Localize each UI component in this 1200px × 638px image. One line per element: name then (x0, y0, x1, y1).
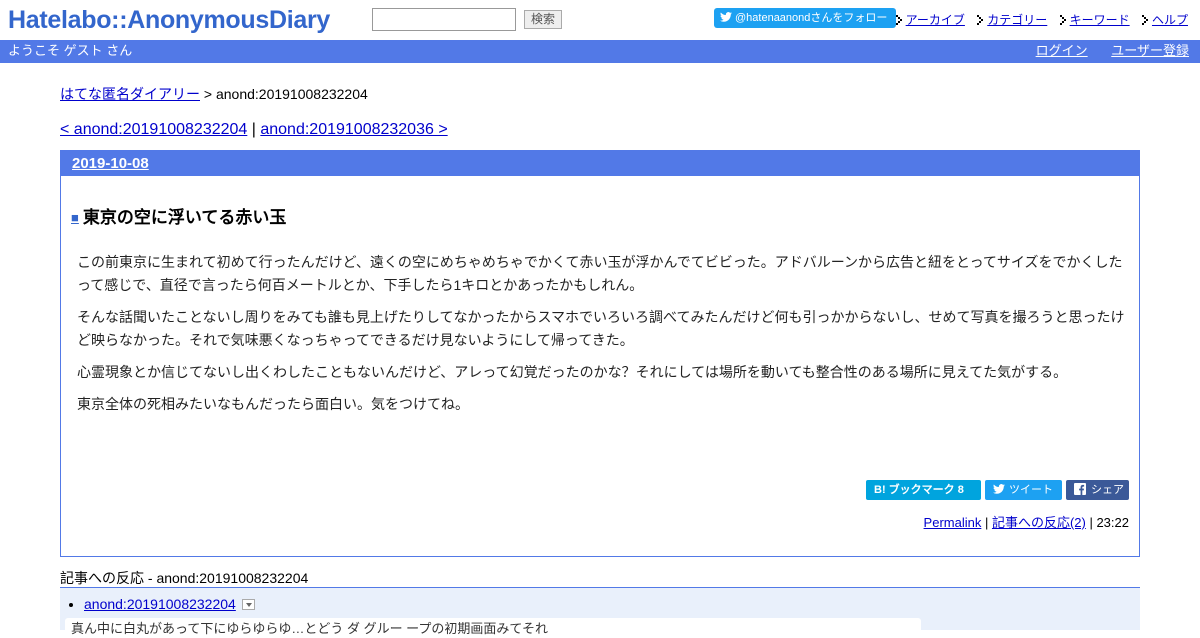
hatena-bookmark-button[interactable]: B! ブックマーク 8 (866, 480, 981, 500)
breadcrumb: はてな匿名ダイアリー > anond:20191008232204 (60, 84, 368, 104)
breadcrumb-current: anond:20191008232204 (215, 86, 368, 102)
facebook-share-button[interactable]: シェア (1066, 480, 1129, 500)
welcome-text: ようこそ ゲスト さん (8, 43, 133, 58)
welcome-bar: ようこそ ゲスト さん ログイン ユーザー登録 (0, 40, 1200, 63)
dotted-arrow-icon (1059, 15, 1066, 25)
entry-pager: < anond:20191008232204 | anond:201910082… (60, 121, 448, 139)
breadcrumb-sep: > (200, 86, 216, 102)
twitter-bird-icon (720, 12, 732, 22)
entry-title-text: 東京の空に浮いてる赤い玉 (82, 208, 287, 227)
entry-paragraph: 東京全体の死相みたいなもんだったら面白い。気をつけてね。 (77, 396, 469, 412)
register-link[interactable]: ユーザー登録 (1111, 43, 1189, 58)
nav-help[interactable]: ヘルプ (1141, 13, 1188, 27)
dotted-arrow-icon (977, 15, 984, 25)
breadcrumb-home[interactable]: はてな匿名ダイアリー (60, 86, 200, 102)
entry-title: ■ 東京の空に浮いてる赤い玉 (71, 203, 286, 228)
account-links: ログイン ユーザー登録 (1016, 40, 1189, 62)
entry-meta: Permalink | 記事への反応(2) | 23:22 (923, 515, 1129, 530)
top-nav: アーカイブ カテゴリー キーワード ヘルプ (895, 11, 1188, 28)
dotted-arrow-icon (1141, 15, 1148, 25)
facebook-icon (1074, 483, 1086, 495)
nav-category-link[interactable]: カテゴリー (987, 13, 1047, 27)
follow-label: @hatenaanondさんをフォロー (735, 12, 888, 24)
search-button[interactable]: 検索 (524, 10, 562, 29)
diary-day: 2019-10-08 ■ 東京の空に浮いてる赤い玉 この前東京に生まれて初めて行っ… (60, 150, 1140, 557)
entry-time: 23:22 (1096, 515, 1129, 530)
twitter-bird-icon (993, 484, 1005, 494)
list-item: anond:20191008232204 (84, 596, 1140, 612)
prev-entry-link[interactable]: < anond:20191008232204 (60, 121, 247, 138)
tweet-button[interactable]: ツイート (985, 480, 1062, 500)
entry-square-link[interactable]: ■ (71, 210, 79, 225)
nav-category[interactable]: カテゴリー (977, 13, 1047, 27)
site-logo[interactable]: Hatelabo::AnonymousDiary (8, 6, 330, 34)
nav-help-link[interactable]: ヘルプ (1152, 13, 1188, 27)
reactions-list: anond:20191008232204 真ん中に白丸があって下にゆらゆらゆ…と… (60, 587, 1140, 638)
login-link[interactable]: ログイン (1036, 43, 1088, 58)
entry-paragraph: 心霊現象とか信じてないし出くわしたこともないんだけど、アレって幻覚だったのかな？… (77, 364, 1068, 380)
chevron-down-icon[interactable] (241, 599, 255, 610)
top-bar: Hatelabo::AnonymousDiary 検索 @hatenaanond… (0, 0, 1200, 40)
tweet-label: ツイート (1009, 484, 1053, 496)
reaction-link[interactable]: anond:20191008232204 (84, 596, 236, 612)
permalink[interactable]: Permalink (924, 515, 982, 530)
nav-archive-link[interactable]: アーカイブ (906, 13, 965, 27)
reactions-title: 記事への反応 - anond:20191008232204 (60, 570, 309, 586)
reactions-link[interactable]: 記事への反応(2) (992, 515, 1086, 530)
entry-paragraph: そんな話聞いたことないし周りをみても誰も見上げたりしてなかったからスマホでいろい… (77, 309, 1125, 348)
nav-archive[interactable]: アーカイブ (895, 13, 965, 27)
nav-keyword-link[interactable]: キーワード (1070, 13, 1130, 27)
share-label: シェア (1091, 484, 1124, 496)
next-entry-link[interactable]: anond:20191008232036 > (260, 121, 447, 138)
dotted-arrow-icon (895, 15, 902, 25)
twitter-follow-button[interactable]: @hatenaanondさんをフォロー (714, 8, 896, 28)
entry-body: この前東京に生まれて初めて行ったんだけど、遠くの空にめちゃめちゃでかくて赤い玉が… (77, 251, 1129, 425)
reaction-excerpt: 真ん中に白丸があって下にゆらゆらゆ…とどう ダ グルー ープの初期画面みてそれ (65, 618, 921, 638)
entry-paragraph: この前東京に生まれて初めて行ったんだけど、遠くの空にめちゃめちゃでかくて赤い玉が… (77, 254, 1123, 293)
nav-keyword[interactable]: キーワード (1059, 13, 1130, 27)
entry-date-link[interactable]: 2019-10-08 (72, 155, 149, 172)
day-header: 2019-10-08 (61, 151, 1139, 176)
share-buttons: B! ブックマーク 8 ツイート シェア (862, 480, 1129, 500)
search-input[interactable] (372, 8, 516, 31)
pager-sep: | (247, 121, 261, 138)
